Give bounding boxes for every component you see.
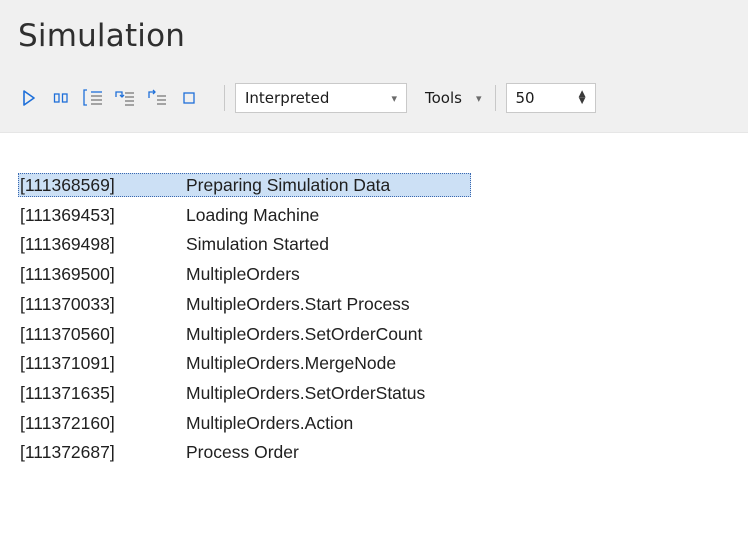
log-timestamp: [111371091] bbox=[20, 353, 115, 374]
log-row[interactable]: [111369500] MultipleOrders bbox=[20, 261, 720, 287]
execution-mode-value: Interpreted bbox=[245, 89, 330, 107]
tools-menu-label: Tools bbox=[425, 89, 462, 107]
speed-value: 50 bbox=[515, 89, 535, 107]
spinner-down-icon[interactable]: ▼ bbox=[579, 97, 586, 106]
log-timestamp: [111369500] bbox=[20, 264, 115, 285]
log-row[interactable]: [111371091] MultipleOrders.MergeNode bbox=[20, 350, 720, 376]
simulation-panel: Simulation Interpreted ▾ Tools ▾ 50 ▲ ▼ … bbox=[0, 0, 748, 541]
step-into-button[interactable] bbox=[82, 87, 104, 109]
log-timestamp: [111369498] bbox=[20, 234, 115, 255]
chevron-down-icon: ▾ bbox=[475, 91, 482, 105]
log-message: Process Order bbox=[186, 442, 299, 463]
panel-title: Simulation bbox=[18, 18, 186, 54]
step-over-button[interactable] bbox=[114, 87, 136, 109]
log-message: MultipleOrders.SetOrderStatus bbox=[186, 382, 426, 403]
step-over-icon bbox=[115, 91, 134, 106]
log-row[interactable]: [111370560] MultipleOrders.SetOrderCount bbox=[20, 321, 720, 347]
log-message: MultipleOrders.SetOrderCount bbox=[186, 323, 423, 344]
log-timestamp: [111372160] bbox=[20, 412, 115, 433]
log-timestamp: [111370560] bbox=[20, 323, 115, 344]
log-timestamp: [111369453] bbox=[20, 204, 115, 225]
log-row[interactable]: [111368569] Preparing Simulation Data bbox=[18, 172, 720, 198]
simulation-toolbar: Interpreted ▾ Tools ▾ 50 ▲ ▼ bbox=[18, 82, 738, 114]
step-out-icon bbox=[148, 89, 166, 105]
log-message: MultipleOrders bbox=[186, 264, 300, 285]
log-timestamp: [111368569] bbox=[20, 175, 115, 195]
simulation-log[interactable]: [111368569] Preparing Simulation Data [111… bbox=[0, 167, 748, 541]
log-row[interactable]: [111370033] MultipleOrders.Start Process bbox=[20, 291, 720, 317]
log-message: MultipleOrders.Start Process bbox=[186, 293, 410, 314]
spinner-arrows[interactable]: ▲ ▼ bbox=[579, 90, 586, 106]
log-message: Preparing Simulation Data bbox=[186, 175, 391, 195]
log-row[interactable]: [111369498] Simulation Started bbox=[20, 231, 720, 257]
toolbar-separator bbox=[495, 85, 497, 111]
toolbar-separator bbox=[224, 85, 225, 111]
step-into-icon bbox=[83, 89, 102, 106]
execution-mode-dropdown[interactable]: Interpreted ▾ bbox=[235, 83, 407, 113]
panel-header: Simulation Interpreted ▾ Tools ▾ 50 ▲ ▼ bbox=[0, 0, 748, 133]
pause-icon bbox=[53, 93, 68, 103]
stop-button[interactable] bbox=[178, 87, 200, 109]
log-row[interactable]: [111372687] Process Order bbox=[20, 439, 720, 465]
pause-button[interactable] bbox=[50, 87, 72, 109]
log-row[interactable]: [111372160] MultipleOrders.Action bbox=[20, 410, 720, 436]
log-row[interactable]: [111371635] MultipleOrders.SetOrderStatus bbox=[20, 380, 720, 406]
run-button[interactable] bbox=[18, 87, 40, 109]
play-icon bbox=[23, 90, 35, 106]
speed-spinner[interactable]: 50 ▲ ▼ bbox=[506, 83, 597, 113]
step-out-button[interactable] bbox=[146, 87, 168, 109]
log-timestamp: [111371635] bbox=[20, 382, 115, 403]
log-message: Loading Machine bbox=[186, 204, 320, 225]
log-timestamp: [111370033] bbox=[20, 293, 115, 314]
log-message: Simulation Started bbox=[186, 234, 329, 255]
log-row[interactable]: [111369453] Loading Machine bbox=[20, 202, 720, 228]
stop-icon bbox=[183, 92, 195, 104]
log-message: MultipleOrders.Action bbox=[186, 412, 354, 433]
chevron-down-icon: ▾ bbox=[391, 91, 397, 105]
tools-menu-button[interactable]: Tools ▾ bbox=[407, 83, 487, 113]
log-timestamp: [111372687] bbox=[20, 442, 115, 463]
log-message: MultipleOrders.MergeNode bbox=[186, 353, 397, 374]
